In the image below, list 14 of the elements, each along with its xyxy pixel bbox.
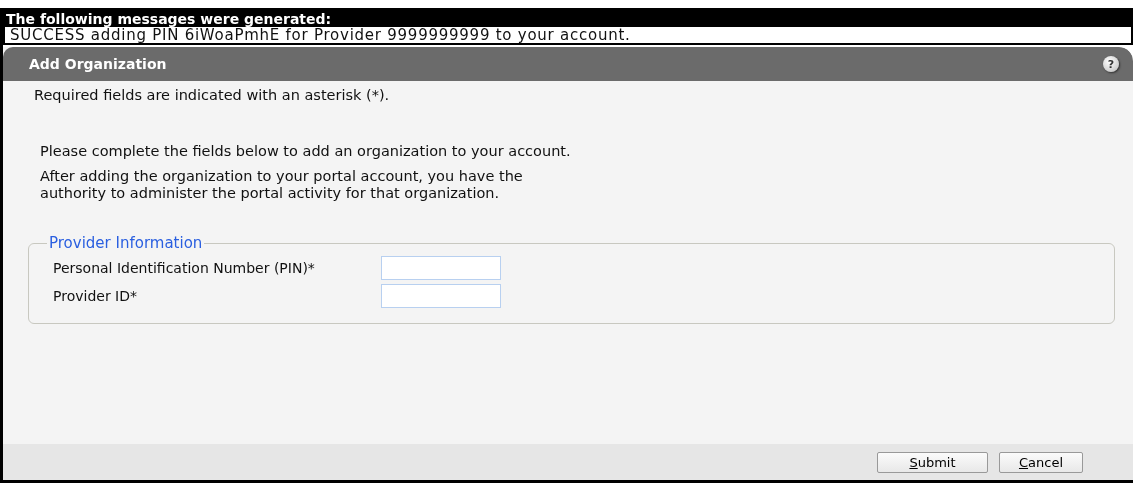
submit-button[interactable]: Submit xyxy=(877,451,988,473)
field-label: Personal Identification Number (PIN)* xyxy=(53,260,316,276)
field-label: Provider ID* xyxy=(53,288,138,304)
success-message: SUCCESS adding PIN 6iWoaPmhE for Provider 9999999999 to your account. xyxy=(3,27,1133,45)
input-field[interactable] xyxy=(381,256,501,280)
cancel-button[interactable]: Cancel xyxy=(999,451,1083,473)
instruction-text: Please complete the fields below to add an organization to your account. xyxy=(40,143,572,160)
instruction-text: After adding the organization to your portal account, you have the authority to administer the portal activity for that organization. xyxy=(40,168,524,202)
required-note: Required fields are indicated with an asterisk (*). xyxy=(34,87,391,103)
fieldset-legend: Provider Information xyxy=(47,234,205,252)
input-field[interactable] xyxy=(381,284,501,308)
help-icon[interactable]: ? xyxy=(1103,56,1119,72)
messages-title: The following messages were generated: xyxy=(3,11,1133,27)
panel-title: Add Organization xyxy=(29,56,167,72)
